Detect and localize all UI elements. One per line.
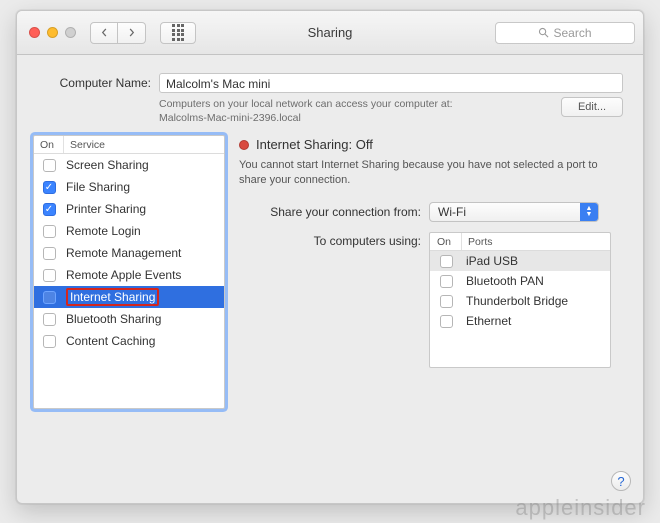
services-header: On Service [34, 136, 224, 154]
ports-header-ports: Ports [462, 233, 610, 250]
chevron-left-icon [100, 28, 109, 37]
service-name: Bluetooth Sharing [64, 312, 224, 326]
content-area: Computer Name: Malcolm's Mac mini Comput… [17, 55, 643, 425]
back-button[interactable] [90, 22, 118, 44]
port-row[interactable]: iPad USB [430, 251, 610, 271]
service-checkbox[interactable] [43, 247, 56, 260]
minimize-icon[interactable] [47, 27, 58, 38]
sharing-preferences-window: Sharing Search Computer Name: Malcolm's … [16, 10, 644, 504]
port-row[interactable]: Ethernet [430, 311, 610, 331]
ports-header-on: On [430, 233, 462, 250]
service-row[interactable]: ✓ Printer Sharing [34, 198, 224, 220]
service-name: Internet Sharing [64, 290, 224, 304]
computer-name-hint-row: Computers on your local network can acce… [37, 97, 623, 125]
service-name: Remote Management [64, 246, 224, 260]
computer-name-label: Computer Name: [37, 76, 151, 90]
status-text: Internet Sharing: Off [256, 137, 373, 152]
service-row[interactable]: Remote Management [34, 242, 224, 264]
service-name: Screen Sharing [64, 158, 224, 172]
status-indicator-icon [239, 140, 249, 150]
service-name: Printer Sharing [64, 202, 224, 216]
nav-back-forward [90, 22, 146, 44]
port-name: Bluetooth PAN [462, 274, 610, 288]
show-all-button[interactable] [160, 22, 196, 44]
port-checkbox[interactable] [440, 255, 453, 268]
port-row[interactable]: Thunderbolt Bridge [430, 291, 610, 311]
services-header-service: Service [64, 136, 224, 153]
service-name: File Sharing [64, 180, 224, 194]
computer-name-row: Computer Name: Malcolm's Mac mini [37, 73, 623, 93]
share-from-label: Share your connection from: [239, 205, 421, 219]
service-name: Remote Login [64, 224, 224, 238]
port-row[interactable]: Bluetooth PAN [430, 271, 610, 291]
service-row[interactable]: Internet Sharing [34, 286, 224, 308]
window-controls [29, 27, 76, 38]
service-checkbox[interactable] [43, 225, 56, 238]
services-body: Screen Sharing ✓ File Sharing ✓ Printer Shar… [34, 154, 224, 352]
grid-icon [172, 24, 184, 41]
to-computers-label: To computers using: [239, 232, 421, 248]
service-checkbox[interactable] [43, 313, 56, 326]
edit-button[interactable]: Edit... [561, 97, 623, 117]
chevron-right-icon [127, 28, 136, 37]
ports-body: iPad USB Bluetooth PAN Thunderbolt Bridge E… [430, 251, 610, 331]
service-checkbox[interactable] [43, 335, 56, 348]
search-placeholder: Search [553, 26, 591, 40]
port-checkbox[interactable] [440, 295, 453, 308]
service-row[interactable]: Content Caching [34, 330, 224, 352]
services-table[interactable]: On Service Screen Sharing ✓ File Sharing ✓ P… [33, 135, 225, 409]
service-name: Content Caching [64, 334, 224, 348]
help-button[interactable]: ? [611, 471, 631, 491]
dropdown-arrows-icon: ▲▼ [580, 203, 598, 221]
close-icon[interactable] [29, 27, 40, 38]
service-row[interactable]: ✓ File Sharing [34, 176, 224, 198]
service-checkbox[interactable]: ✓ [43, 203, 56, 216]
service-checkbox[interactable] [43, 159, 56, 172]
service-row[interactable]: Remote Login [34, 220, 224, 242]
titlebar: Sharing Search [17, 11, 643, 55]
port-name: iPad USB [462, 254, 610, 268]
computer-name-input[interactable]: Malcolm's Mac mini [159, 73, 623, 93]
ports-header: On Ports [430, 233, 610, 251]
search-field[interactable]: Search [495, 22, 635, 44]
service-row[interactable]: Bluetooth Sharing [34, 308, 224, 330]
service-row[interactable]: Screen Sharing [34, 154, 224, 176]
service-detail: Internet Sharing: Off You cannot start I… [239, 135, 627, 409]
forward-button[interactable] [118, 22, 146, 44]
port-checkbox[interactable] [440, 315, 453, 328]
watermark: appleinsider [515, 495, 646, 521]
share-from-value: Wi-Fi [430, 205, 580, 219]
computer-name-hint: Computers on your local network can acce… [159, 97, 453, 125]
services-header-on: On [34, 136, 64, 153]
status-line: Internet Sharing: Off [239, 137, 627, 152]
status-description: You cannot start Internet Sharing becaus… [239, 158, 599, 188]
ports-table[interactable]: On Ports iPad USB Bluetooth PAN Thunderbol… [429, 232, 611, 368]
search-icon [538, 27, 549, 38]
port-name: Thunderbolt Bridge [462, 294, 610, 308]
zoom-icon[interactable] [65, 27, 76, 38]
port-checkbox[interactable] [440, 275, 453, 288]
share-from-dropdown[interactable]: Wi-Fi ▲▼ [429, 202, 599, 222]
service-checkbox[interactable] [43, 291, 56, 304]
to-computers-row: To computers using: On Ports iPad USB Blu… [239, 232, 627, 368]
port-name: Ethernet [462, 314, 610, 328]
service-checkbox[interactable]: ✓ [43, 181, 56, 194]
service-name: Remote Apple Events [64, 268, 224, 282]
service-row[interactable]: Remote Apple Events [34, 264, 224, 286]
service-checkbox[interactable] [43, 269, 56, 282]
share-from-row: Share your connection from: Wi-Fi ▲▼ [239, 202, 627, 222]
